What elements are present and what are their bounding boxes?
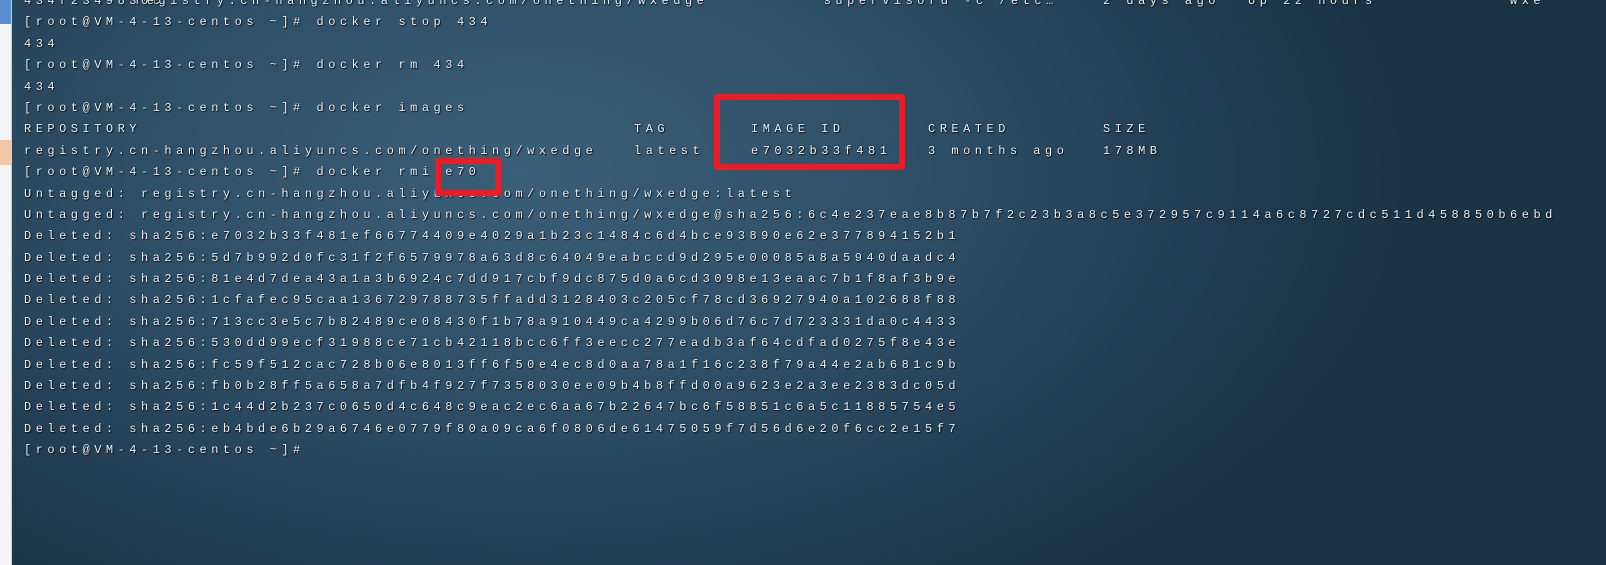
command-line: [root@VM-4-13-centos ~]# bbox=[24, 440, 1557, 461]
output-line: Deleted: sha256:fc59f512cac728b06e8013ff… bbox=[24, 357, 961, 372]
background-window-thumbnail bbox=[0, 140, 11, 165]
prompt: [root@VM-4-13-centos ~]# bbox=[24, 100, 305, 115]
image-repository: registry.cn-hangzhou.aliyuncs.com/onethi… bbox=[24, 143, 598, 158]
header-size: SIZE bbox=[1103, 122, 1150, 137]
command-line: [root@VM-4-13-centos ~]# docker rm 434 bbox=[24, 55, 1557, 76]
command-line: [root@VM-4-13-centos ~]# docker stop 434 bbox=[24, 12, 1557, 33]
output-line: Deleted: sha256:1c44d2b237c0650d4c648c9e… bbox=[24, 400, 961, 415]
command: docker images bbox=[316, 100, 469, 115]
background-window-edge bbox=[0, 0, 12, 565]
container-image: registry.cn-hangzhou.aliyuncs.com/onethi… bbox=[135, 0, 709, 8]
background-window-header bbox=[0, 0, 11, 24]
output-line: Deleted: sha256:530dd99ecf31988ce71cb421… bbox=[24, 336, 961, 351]
container-status: Up 22 hours bbox=[1248, 0, 1377, 8]
container-names: wxe bbox=[1510, 0, 1546, 8]
highlight-box-rmi-argument bbox=[435, 158, 501, 196]
header-tag: TAG bbox=[634, 122, 670, 137]
output-line: Deleted: sha256:5d7b992d0fc31f2f6579978a… bbox=[24, 250, 961, 265]
output-line: Untagged: registry.cn-hangzhou.aliyuncs.… bbox=[24, 207, 1557, 222]
output-line: Deleted: sha256:e7032b33f481ef66774409e4… bbox=[24, 229, 961, 244]
output-line: Untagged: registry.cn-hangzhou.aliyuncs.… bbox=[24, 186, 797, 201]
output-line: Deleted: sha256:eb4bde6b29a6746e0779f80a… bbox=[24, 421, 961, 436]
output-line: Deleted: sha256:1cfafec95caa136729788735… bbox=[24, 293, 961, 308]
terminal-output[interactable]: 434f2349830c registry.cn-hangzhou.aliyun… bbox=[24, 0, 1557, 462]
image-size: 178MB bbox=[1103, 143, 1162, 158]
container-created: 2 days ago bbox=[1103, 0, 1221, 8]
command: docker stop 434 bbox=[316, 15, 493, 30]
output-line: 434 bbox=[24, 36, 60, 51]
command: docker rm 434 bbox=[316, 58, 469, 73]
prompt: [root@VM-4-13-centos ~]# bbox=[24, 15, 305, 30]
header-created: CREATED bbox=[928, 122, 1010, 137]
prompt: [root@VM-4-13-centos ~]# bbox=[24, 165, 305, 180]
output-line: Deleted: sha256:713cc3e5c7b82489ce08430f… bbox=[24, 314, 961, 329]
output-line: Deleted: sha256:81e4d7dea43a1a3b6924c7dd… bbox=[24, 272, 961, 287]
header-repository: REPOSITORY bbox=[24, 122, 142, 137]
image-tag: latest bbox=[634, 143, 705, 158]
image-created: 3 months ago bbox=[928, 143, 1069, 158]
container-command: "supervisord -c /etc…" bbox=[812, 0, 1070, 8]
command: docker rmi bbox=[316, 165, 434, 180]
container-row: 434f2349830c registry.cn-hangzhou.aliyun… bbox=[24, 0, 1557, 12]
prompt: [root@VM-4-13-centos ~]# bbox=[24, 58, 305, 73]
prompt: [root@VM-4-13-centos ~]# bbox=[24, 443, 305, 458]
highlight-box-image-id bbox=[714, 94, 905, 170]
output-line: Deleted: sha256:fb0b28ff5a658a7dfb4f927f… bbox=[24, 379, 961, 394]
